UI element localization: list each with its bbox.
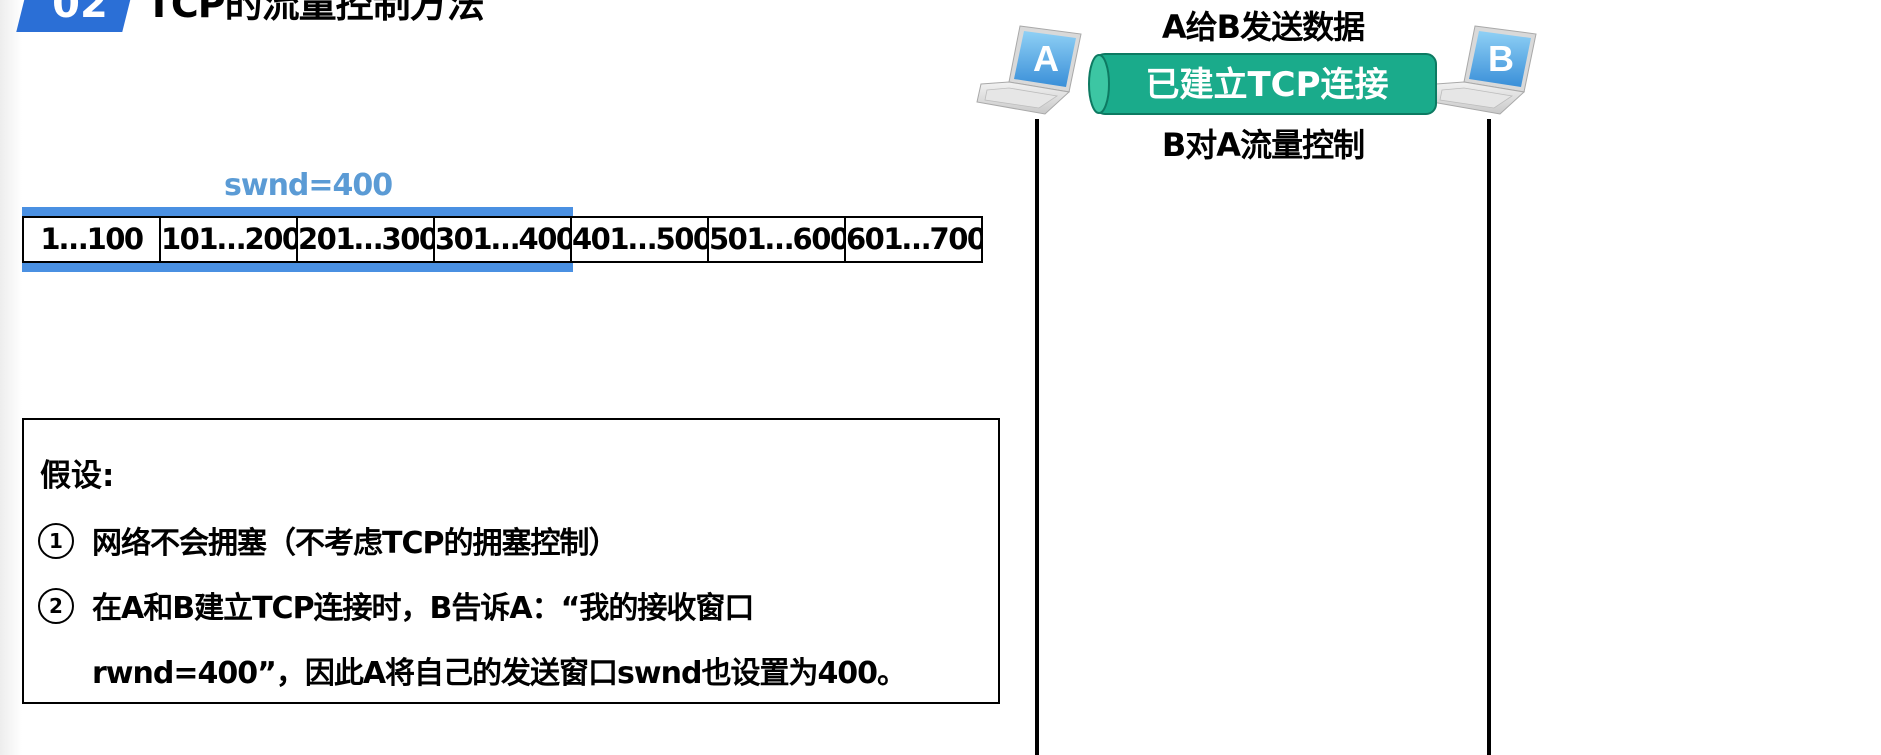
bottom-message: B对A流量控制 xyxy=(1161,126,1365,164)
byte-segment: 401…500 xyxy=(570,216,707,263)
assumption-item-2-continuation: rwnd=400”，因此A将自己的发送窗口swnd也设置为400。 xyxy=(92,656,907,691)
byte-segment: 501…600 xyxy=(707,216,844,263)
page-title: TCP的流量控制方法 xyxy=(146,0,485,26)
left-edge-shade xyxy=(0,0,22,755)
top-message: A给B发送数据 xyxy=(1161,8,1365,46)
assumptions-box: 假设: 1 网络不会拥塞（不考虑TCP的拥塞控制） 2 在A和B建立TCP连接时… xyxy=(22,418,1000,704)
swnd-label: swnd=400 xyxy=(224,168,393,203)
tcp-connection-pipe: 已建立TCP连接 xyxy=(1088,53,1437,115)
connection-label: 已建立TCP连接 xyxy=(1145,65,1388,105)
assumption-item-2: 在A和B建立TCP连接时，B告诉A：“我的接收窗口 xyxy=(92,591,754,626)
assumption-item-1: 网络不会拥塞（不考虑TCP的拥塞控制） xyxy=(92,526,618,561)
byte-segment: 201…300 xyxy=(296,216,433,263)
byte-segment: 301…400 xyxy=(433,216,570,263)
send-window-top-bar xyxy=(22,207,573,216)
item-marker-2: 2 xyxy=(38,588,74,624)
item-marker-1: 1 xyxy=(38,523,74,559)
send-window-bottom-bar xyxy=(22,263,573,272)
host-b-label: B xyxy=(1488,38,1514,79)
byte-segment: 601…700 xyxy=(844,216,983,263)
byte-segment: 1…100 xyxy=(22,216,159,263)
host-b-timeline xyxy=(1487,119,1491,755)
host-a-timeline xyxy=(1035,119,1039,755)
byte-segment: 101…200 xyxy=(159,216,296,263)
section-number: 02 xyxy=(52,0,108,27)
assumptions-heading: 假设: xyxy=(40,458,115,494)
host-a-label: A xyxy=(1033,38,1059,79)
